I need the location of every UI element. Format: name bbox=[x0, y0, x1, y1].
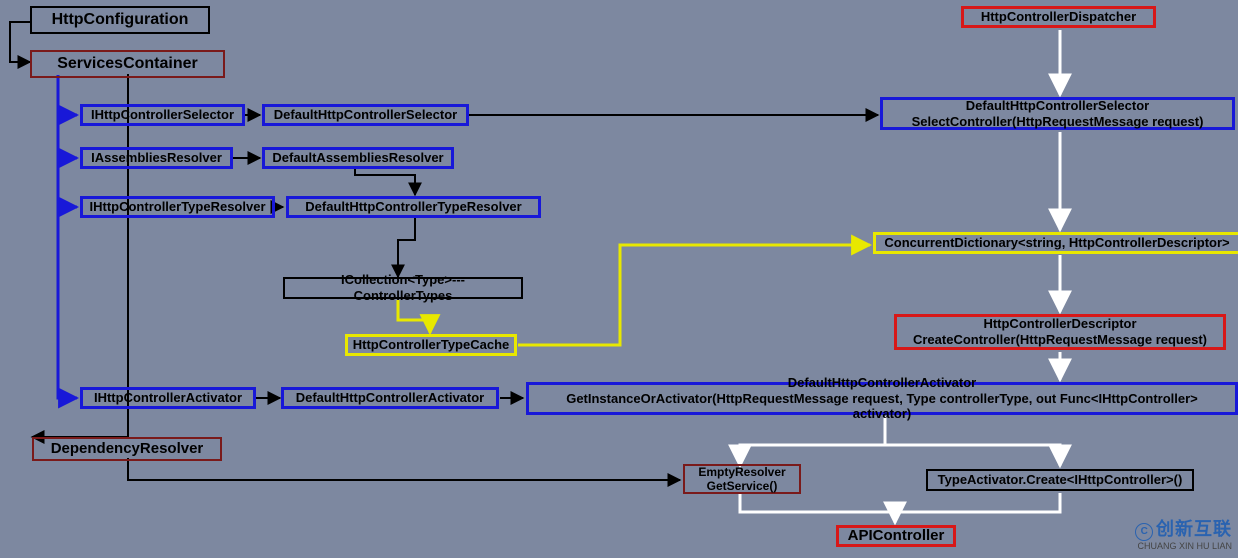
watermark-brand: 创新互联 bbox=[1156, 519, 1232, 539]
label-default-http-controller-type-resolver: DefaultHttpControllerTypeResolver bbox=[305, 199, 521, 215]
http-controller-descriptor: HttpControllerDescriptor CreateControlle… bbox=[894, 314, 1226, 350]
label-default-http-controller-selector: DefaultHttpControllerSelector bbox=[274, 107, 457, 123]
ihttp-controller-activator: IHttpControllerActivator bbox=[80, 387, 256, 409]
type-activator-create: TypeActivator.Create<IHttpController>() bbox=[926, 469, 1194, 491]
label-selector-call-l1: DefaultHttpControllerSelector bbox=[966, 98, 1149, 114]
services-container: ServicesContainer bbox=[30, 50, 225, 78]
watermark: C 创新互联 CHUANG XIN HU LIAN bbox=[1135, 520, 1232, 552]
http-configuration: HttpConfiguration bbox=[30, 6, 210, 34]
default-http-controller-selector: DefaultHttpControllerSelector bbox=[262, 104, 469, 126]
label-ihttp-controller-type-resolver: IHttpControllerTypeResolver bbox=[90, 199, 266, 215]
label-http-configuration: HttpConfiguration bbox=[52, 10, 189, 29]
ihttp-controller-type-resolver: IHttpControllerTypeResolver bbox=[80, 196, 275, 218]
dependency-resolver: DependencyResolver bbox=[32, 437, 222, 461]
default-http-controller-activator-call: DefaultHttpControllerActivator GetInstan… bbox=[526, 382, 1238, 415]
default-http-controller-activator: DefaultHttpControllerActivator bbox=[281, 387, 499, 409]
default-assemblies-resolver: DefaultAssembliesResolver bbox=[262, 147, 454, 169]
icollection-type: ICollection<Type>---ControllerTypes bbox=[283, 277, 523, 299]
label-activator-call-l1: DefaultHttpControllerActivator bbox=[788, 375, 977, 391]
label-ihttp-controller-activator: IHttpControllerActivator bbox=[94, 390, 242, 406]
label-services-container: ServicesContainer bbox=[57, 54, 198, 73]
label-descriptor-l1: HttpControllerDescriptor bbox=[983, 316, 1136, 332]
label-iassemblies-resolver: IAssembliesResolver bbox=[91, 150, 222, 166]
label-http-controller-type-cache: HttpControllerTypeCache bbox=[353, 337, 510, 353]
label-descriptor-l2: CreateController(HttpRequestMessage requ… bbox=[913, 332, 1207, 348]
label-type-activator-create: TypeActivator.Create<IHttpController>() bbox=[938, 472, 1183, 488]
label-selector-call-l2: SelectController(HttpRequestMessage requ… bbox=[912, 114, 1204, 130]
empty-resolver: EmptyResolver GetService() bbox=[683, 464, 801, 494]
api-controller: APIController bbox=[836, 525, 956, 547]
http-controller-type-cache: HttpControllerTypeCache bbox=[345, 334, 517, 356]
label-icollection-type: ICollection<Type>---ControllerTypes bbox=[293, 272, 513, 303]
label-dependency-resolver: DependencyResolver bbox=[51, 440, 204, 458]
label-concurrent-dictionary: ConcurrentDictionary<string, HttpControl… bbox=[884, 235, 1229, 251]
watermark-sub: CHUANG XIN HU LIAN bbox=[1137, 541, 1232, 551]
label-http-controller-dispatcher: HttpControllerDispatcher bbox=[981, 9, 1136, 25]
label-default-assemblies-resolver: DefaultAssembliesResolver bbox=[272, 150, 443, 166]
default-http-controller-selector-call: DefaultHttpControllerSelector SelectCont… bbox=[880, 97, 1235, 130]
label-empty-resolver-l1: EmptyResolver bbox=[698, 465, 785, 479]
label-api-controller: APIController bbox=[848, 527, 945, 545]
label-default-http-controller-activator: DefaultHttpControllerActivator bbox=[296, 390, 485, 406]
concurrent-dictionary: ConcurrentDictionary<string, HttpControl… bbox=[873, 232, 1238, 254]
label-empty-resolver-l2: GetService() bbox=[707, 479, 778, 493]
default-http-controller-type-resolver: DefaultHttpControllerTypeResolver bbox=[286, 196, 541, 218]
http-controller-dispatcher: HttpControllerDispatcher bbox=[961, 6, 1156, 28]
ihttp-controller-selector: IHttpControllerSelector bbox=[80, 104, 245, 126]
iassemblies-resolver: IAssembliesResolver bbox=[80, 147, 233, 169]
label-activator-call-l2: GetInstanceOrActivator(HttpRequestMessag… bbox=[537, 391, 1227, 422]
label-ihttp-controller-selector: IHttpControllerSelector bbox=[91, 107, 234, 123]
